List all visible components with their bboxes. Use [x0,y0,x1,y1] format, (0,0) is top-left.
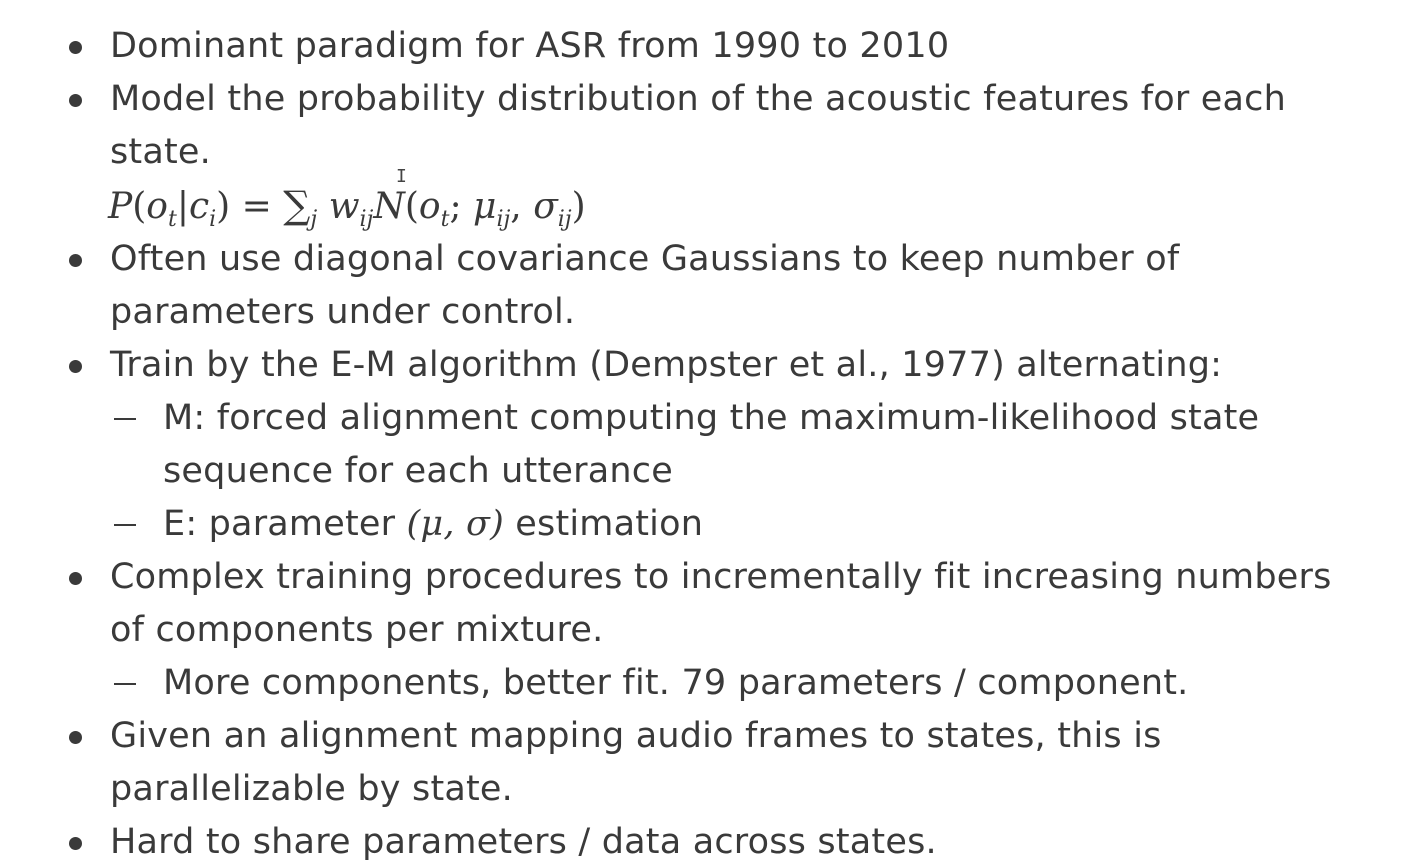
bullet-marker [69,41,82,54]
bullet-text: Train by the E-M algorithm (Dempster et … [110,345,1223,385]
bullet-marker [69,360,82,373]
bullet-text: Model the probability distribution of th… [110,79,1286,119]
sub-bullet-text: More components, better fit. 79 paramete… [163,663,1189,703]
bullet-text-continuation: parallelizable by state. [110,769,513,809]
gmm-formula: P(ot|ci) = ∑j wijN(ot; μij, σij) [108,183,586,232]
sub-bullet-text-continuation: sequence for each utterance [163,451,673,491]
bullet-marker [69,254,82,267]
bullet-marker [69,572,82,585]
sub-bullet-marker [114,683,136,685]
bullet-marker [69,837,82,850]
bullet-marker [69,731,82,744]
bullet-text: Complex training procedures to increment… [110,557,1332,597]
bullet-text-continuation: state. [110,132,211,172]
bullet-text: Given an alignment mapping audio frames … [110,716,1162,756]
sub-bullet-marker [114,524,136,526]
bullet-text-continuation: of components per mixture. [110,610,604,650]
sub-bullet-marker [114,418,136,420]
bullet-text: Dominant paradigm for ASR from 1990 to 2… [110,26,950,66]
bullet-marker [69,94,82,107]
bullet-text-continuation: parameters under control. [110,292,576,332]
bullet-text: Often use diagonal covariance Gaussians … [110,239,1180,279]
bullet-text: Hard to share parameters / data across s… [110,822,937,862]
sub-bullet-text: E: parameter (μ, σ) estimation [163,504,704,544]
sub-bullet-text: M: forced alignment computing the maximu… [163,398,1260,438]
